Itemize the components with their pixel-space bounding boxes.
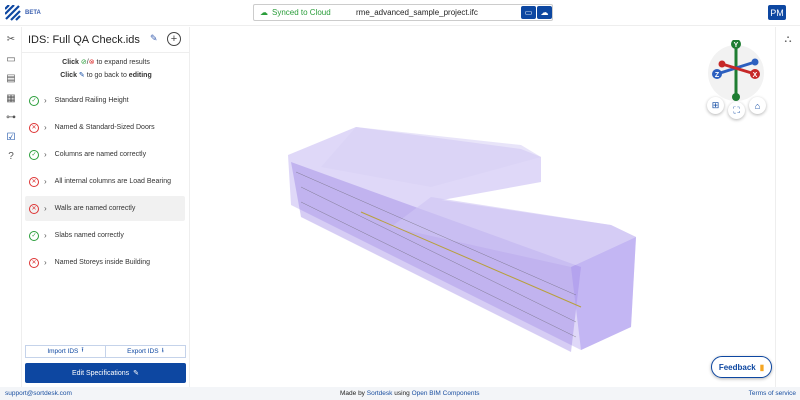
sync-status: Synced to Cloud xyxy=(272,8,331,17)
ruler-icon[interactable]: ▭ xyxy=(4,52,18,66)
chevron-right-icon[interactable]: › xyxy=(44,258,47,267)
cloud-button[interactable]: ☁ xyxy=(537,6,552,19)
item-label: Named Storeys inside Building xyxy=(54,259,150,266)
grid-icon: ⊞ xyxy=(711,100,720,110)
beta-badge: BETA xyxy=(25,10,41,16)
terms-link[interactable]: Terms of service xyxy=(749,390,796,397)
fail-icon[interactable]: ✕ xyxy=(29,176,39,187)
view-cube-compass[interactable]: Y X Z xyxy=(706,40,768,102)
header: BETA ☁ Synced to Cloud rme_advanced_sampl… xyxy=(0,0,800,26)
chevron-right-icon[interactable]: › xyxy=(44,150,47,159)
file-name: rme_advanced_sample_project.ifc xyxy=(356,8,478,17)
feedback-button[interactable]: Feedback ▮ xyxy=(711,356,772,378)
item-label: Walls are named correctly xyxy=(54,205,136,212)
ids-panel: IDS: Full QA Check.ids ✎ + Click ⊘/⊗ to … xyxy=(22,27,190,387)
cloud-icon: ☁ xyxy=(540,8,549,17)
right-rail: ⛬ xyxy=(775,27,800,387)
fail-icon[interactable]: ✕ xyxy=(29,257,39,268)
import-ids-button[interactable]: Import IDS ⭱ xyxy=(26,346,105,357)
chevron-right-icon[interactable]: › xyxy=(44,204,47,213)
axis-x-label: X xyxy=(753,72,758,79)
cloud-check-icon: ☁ xyxy=(260,8,268,17)
document-icon[interactable]: ▤ xyxy=(4,71,18,85)
footer: support@sortdesk.com Made by Sortdesk us… xyxy=(0,387,800,400)
ids-spec-item[interactable]: ✕ › All internal columns are Load Bearing xyxy=(25,169,185,194)
home-button[interactable]: ⌂ xyxy=(749,97,766,114)
obc-link[interactable]: Open BIM Components xyxy=(412,390,480,397)
axis-y-label: Y xyxy=(734,42,739,49)
sortdesk-logo[interactable] xyxy=(5,5,21,21)
ids-spec-item[interactable]: ✓ › Columns are named correctly xyxy=(25,142,185,167)
credits: Made by Sortdesk using Open BIM Componen… xyxy=(340,390,480,397)
item-label: Columns are named correctly xyxy=(54,151,147,158)
export-ids-button[interactable]: Export IDS ⭳ xyxy=(105,346,185,357)
ids-spec-item[interactable]: ✓ › Standard Railing Height xyxy=(25,88,185,113)
edit-specifications-button[interactable]: Edit Specifications ✎ xyxy=(25,363,186,383)
scissors-icon[interactable]: ✂ xyxy=(4,32,18,46)
edit-list-icon[interactable]: ✎ xyxy=(150,33,158,44)
avatar[interactable]: PM xyxy=(768,5,786,20)
grid-view-button[interactable]: ⊞ xyxy=(707,97,724,114)
tree-icon[interactable]: ⊶ xyxy=(4,110,18,124)
focus-icon: ⛶ xyxy=(733,105,740,115)
pencil-icon: ✎ xyxy=(133,370,140,377)
tool-rail: ✂ ▭ ▤ ▦ ⊶ ☑ ? xyxy=(0,27,22,387)
3d-viewport[interactable]: Y X Z ⊞ ⛶ ⌂ Feedback ▮ xyxy=(191,27,775,387)
axis-z-label: Z xyxy=(715,72,720,79)
chevron-right-icon[interactable]: › xyxy=(44,231,47,240)
sortdesk-link[interactable]: Sortdesk xyxy=(367,390,393,397)
chevron-right-icon[interactable]: › xyxy=(44,96,47,105)
pass-icon[interactable]: ✓ xyxy=(29,149,39,160)
laptop-button[interactable]: ▭ xyxy=(521,6,536,19)
item-label: Standard Railing Height xyxy=(54,97,129,104)
building-model[interactable] xyxy=(191,27,775,387)
feedback-icon: ▮ xyxy=(759,362,765,372)
ids-spec-item[interactable]: ✓ › Slabs named correctly xyxy=(25,223,185,248)
support-email-link[interactable]: support@sortdesk.com xyxy=(5,390,72,397)
focus-button[interactable]: ⛶ xyxy=(728,102,745,119)
download-icon: ⭳ xyxy=(161,347,164,354)
upload-icon: ⭱ xyxy=(81,347,84,354)
item-label: All internal columns are Load Bearing xyxy=(54,178,172,185)
pass-icon[interactable]: ✓ xyxy=(29,95,39,106)
ids-spec-item[interactable]: ✕ › Named & Standard-Sized Doors xyxy=(25,115,185,140)
fail-icon[interactable]: ✕ xyxy=(29,122,39,133)
checklist-icon[interactable]: ☑ xyxy=(4,130,18,144)
pass-icon[interactable]: ✓ xyxy=(29,230,39,241)
sync-bar: ☁ Synced to Cloud rme_advanced_sample_pro… xyxy=(253,4,553,21)
instruction-edit: Click ✎ to go back to editing xyxy=(60,72,152,79)
help-icon[interactable]: ? xyxy=(4,149,18,163)
item-label: Slabs named correctly xyxy=(54,232,124,239)
panel-title: IDS: Full QA Check.ids xyxy=(28,34,140,46)
divider xyxy=(22,52,190,53)
chevron-right-icon[interactable]: › xyxy=(44,177,47,186)
pencil-icon: ✎ xyxy=(78,72,85,79)
home-icon: ⌂ xyxy=(754,100,761,111)
item-label: Named & Standard-Sized Doors xyxy=(54,124,155,131)
table-icon[interactable]: ▦ xyxy=(4,91,18,105)
ids-spec-item[interactable]: ✕ › Walls are named correctly xyxy=(25,196,185,221)
shapes-icon[interactable]: ⛬ xyxy=(781,32,795,46)
chevron-right-icon[interactable]: › xyxy=(44,123,47,132)
fail-icon: ⊗ xyxy=(88,59,95,66)
ids-spec-item[interactable]: ✕ › Named Storeys inside Building xyxy=(25,250,185,275)
add-icon[interactable]: + xyxy=(167,32,181,46)
fail-icon[interactable]: ✕ xyxy=(29,203,39,214)
instruction-expand: Click ⊘/⊗ to expand results xyxy=(62,59,150,66)
laptop-icon: ▭ xyxy=(524,8,533,17)
